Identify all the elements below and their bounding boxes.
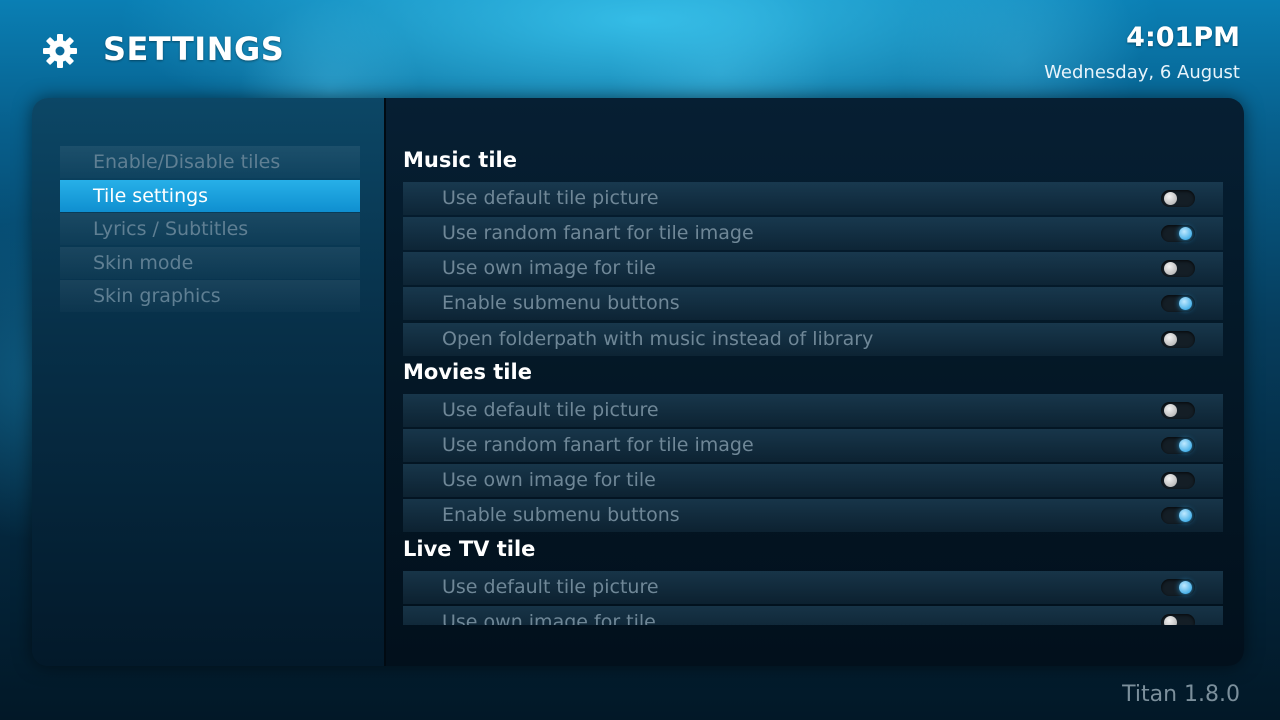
toggle-knob — [1179, 581, 1192, 594]
toggle-switch[interactable] — [1161, 614, 1195, 625]
setting-label: Open folderpath with music instead of li… — [442, 328, 874, 350]
toggle-knob — [1179, 297, 1192, 310]
setting-row[interactable]: Use own image for tile — [403, 464, 1223, 497]
page-title: SETTINGS — [103, 30, 285, 68]
setting-row[interactable]: Enable submenu buttons — [403, 287, 1223, 320]
setting-row[interactable]: Use default tile picture — [403, 394, 1223, 427]
setting-row[interactable]: Use random fanart for tile image — [403, 429, 1223, 462]
setting-row[interactable]: Use default tile picture — [403, 571, 1223, 604]
sidebar-item-skin-mode[interactable]: Skin mode — [60, 247, 360, 279]
setting-label: Use default tile picture — [442, 187, 659, 209]
toggle-knob — [1164, 474, 1177, 487]
setting-row[interactable]: Use own image for tile — [403, 252, 1223, 285]
section-title-live-tv: Live TV tile — [403, 537, 536, 561]
settings-list[interactable]: Music tile Use default tile picture Use … — [403, 98, 1233, 625]
toggle-knob — [1164, 616, 1177, 625]
setting-label: Enable submenu buttons — [442, 504, 680, 526]
setting-label: Use own image for tile — [442, 611, 656, 625]
toggle-knob — [1164, 333, 1177, 346]
setting-label: Enable submenu buttons — [442, 292, 680, 314]
toggle-switch[interactable] — [1161, 190, 1195, 207]
toggle-switch[interactable] — [1161, 472, 1195, 489]
sidebar-item-label: Lyrics / Subtitles — [93, 218, 249, 240]
toggle-switch[interactable] — [1161, 295, 1195, 312]
sidebar-item-label: Skin mode — [93, 252, 194, 274]
sidebar-item-label: Tile settings — [93, 185, 209, 207]
clock-time: 4:01PM — [1126, 22, 1240, 53]
setting-row[interactable]: Use default tile picture — [403, 182, 1223, 215]
setting-label: Use random fanart for tile image — [442, 222, 754, 244]
version-label: Titan 1.8.0 — [1122, 682, 1240, 707]
setting-row[interactable]: Enable submenu buttons — [403, 499, 1223, 532]
setting-label: Use default tile picture — [442, 576, 659, 598]
toggle-switch[interactable] — [1161, 331, 1195, 348]
sidebar-item-tile-settings[interactable]: Tile settings — [60, 180, 360, 212]
toggle-knob — [1179, 227, 1192, 240]
toggle-knob — [1179, 509, 1192, 522]
toggle-knob — [1179, 439, 1192, 452]
sidebar-item-label: Skin graphics — [93, 285, 221, 307]
setting-row[interactable]: Open folderpath with music instead of li… — [403, 323, 1223, 356]
toggle-knob — [1164, 404, 1177, 417]
sidebar-item-lyrics-subtitles[interactable]: Lyrics / Subtitles — [60, 213, 360, 245]
toggle-switch[interactable] — [1161, 402, 1195, 419]
toggle-knob — [1164, 192, 1177, 205]
section-title-music: Music tile — [403, 148, 517, 172]
setting-row[interactable]: Use own image for tile — [403, 606, 1223, 625]
sidebar-item-skin-graphics[interactable]: Skin graphics — [60, 280, 360, 312]
gear-icon — [43, 34, 77, 68]
sidebar-item-enable-disable-tiles[interactable]: Enable/Disable tiles — [60, 146, 360, 178]
setting-label: Use own image for tile — [442, 257, 656, 279]
setting-label: Use default tile picture — [442, 399, 659, 421]
toggle-knob — [1164, 262, 1177, 275]
toggle-switch[interactable] — [1161, 579, 1195, 596]
setting-label: Use random fanart for tile image — [442, 434, 754, 456]
setting-label: Use own image for tile — [442, 469, 656, 491]
sidebar-item-label: Enable/Disable tiles — [93, 151, 281, 173]
toggle-switch[interactable] — [1161, 225, 1195, 242]
toggle-switch[interactable] — [1161, 260, 1195, 277]
toggle-switch[interactable] — [1161, 507, 1195, 524]
setting-row[interactable]: Use random fanart for tile image — [403, 217, 1223, 250]
toggle-switch[interactable] — [1161, 437, 1195, 454]
section-title-movies: Movies tile — [403, 360, 532, 384]
clock-date: Wednesday, 6 August — [1044, 62, 1240, 83]
settings-panel: Enable/Disable tiles Tile settings Lyric… — [32, 98, 1244, 666]
